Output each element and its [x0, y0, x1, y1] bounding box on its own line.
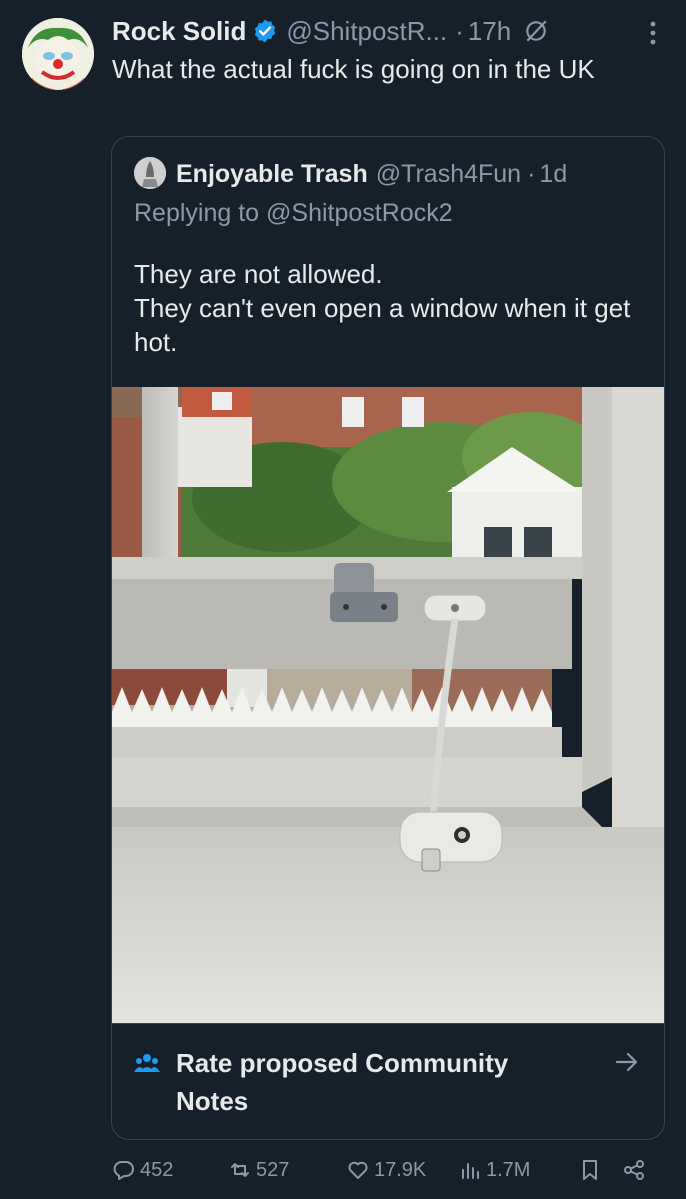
replying-to: Replying to @ShitpostRock2	[134, 199, 453, 228]
verified-badge-icon	[255, 19, 276, 43]
quote-author-name[interactable]: Enjoyable Trash	[176, 160, 368, 189]
views-count: 1.7M	[486, 1158, 531, 1181]
tweet-header: Rock Solid @ShitpostR... · 17h	[112, 14, 666, 48]
clown-avatar-icon	[22, 18, 94, 90]
author-handle[interactable]: @ShitpostR...	[286, 16, 447, 47]
quote-text: They are not allowed. They can't even op…	[134, 259, 631, 357]
quote-author-avatar[interactable]	[134, 157, 166, 189]
reply-count: 452	[140, 1158, 174, 1181]
quoted-tweet[interactable]: Enjoyable Trash @Trash4Fun · 1d Replying…	[111, 136, 665, 1140]
grok-icon[interactable]	[523, 18, 549, 44]
share-button[interactable]	[622, 1154, 650, 1186]
like-button[interactable]: 17.9K	[346, 1154, 426, 1186]
quote-author-handle[interactable]: @Trash4Fun	[376, 160, 521, 189]
repost-button[interactable]: 527	[228, 1154, 289, 1186]
people-icon	[134, 1054, 160, 1072]
replying-label: Replying to	[134, 199, 260, 227]
like-count: 17.9K	[374, 1158, 427, 1181]
separator-dot: ·	[455, 15, 464, 46]
arrow-right-icon[interactable]	[614, 1050, 640, 1074]
views-button[interactable]: 1.7M	[458, 1154, 530, 1186]
share-icon	[624, 1160, 644, 1180]
quote-header: Enjoyable Trash @Trash4Fun · 1d	[176, 157, 654, 191]
window-photo[interactable]	[112, 387, 664, 1023]
reply-button[interactable]: 452	[112, 1154, 173, 1186]
repost-icon	[231, 1163, 249, 1177]
tweet-text: What the actual fuck is going on in the …	[112, 54, 595, 84]
tweet-time[interactable]: 17h	[468, 16, 511, 47]
quote-separator-dot: ·	[527, 159, 536, 188]
repost-count: 527	[256, 1158, 290, 1181]
author-name[interactable]: Rock Solid	[112, 16, 246, 47]
more-options-icon[interactable]	[648, 18, 658, 48]
replying-handle[interactable]: @ShitpostRock2	[266, 199, 453, 227]
community-notes-prompt[interactable]: Rate proposed Community Notes	[112, 1023, 664, 1139]
bookmark-button[interactable]	[578, 1154, 606, 1186]
bookmark-icon	[583, 1160, 597, 1180]
tweet-actions: 452 527 17.9K 1.7M	[112, 1154, 652, 1186]
community-notes-label[interactable]: Rate proposed Community Notes	[176, 1044, 576, 1120]
views-icon	[462, 1163, 479, 1179]
rocket-avatar-icon	[134, 157, 166, 189]
author-avatar[interactable]	[22, 18, 94, 90]
quote-time[interactable]: 1d	[539, 160, 567, 189]
heart-icon	[348, 1161, 368, 1179]
reply-icon	[113, 1161, 134, 1180]
